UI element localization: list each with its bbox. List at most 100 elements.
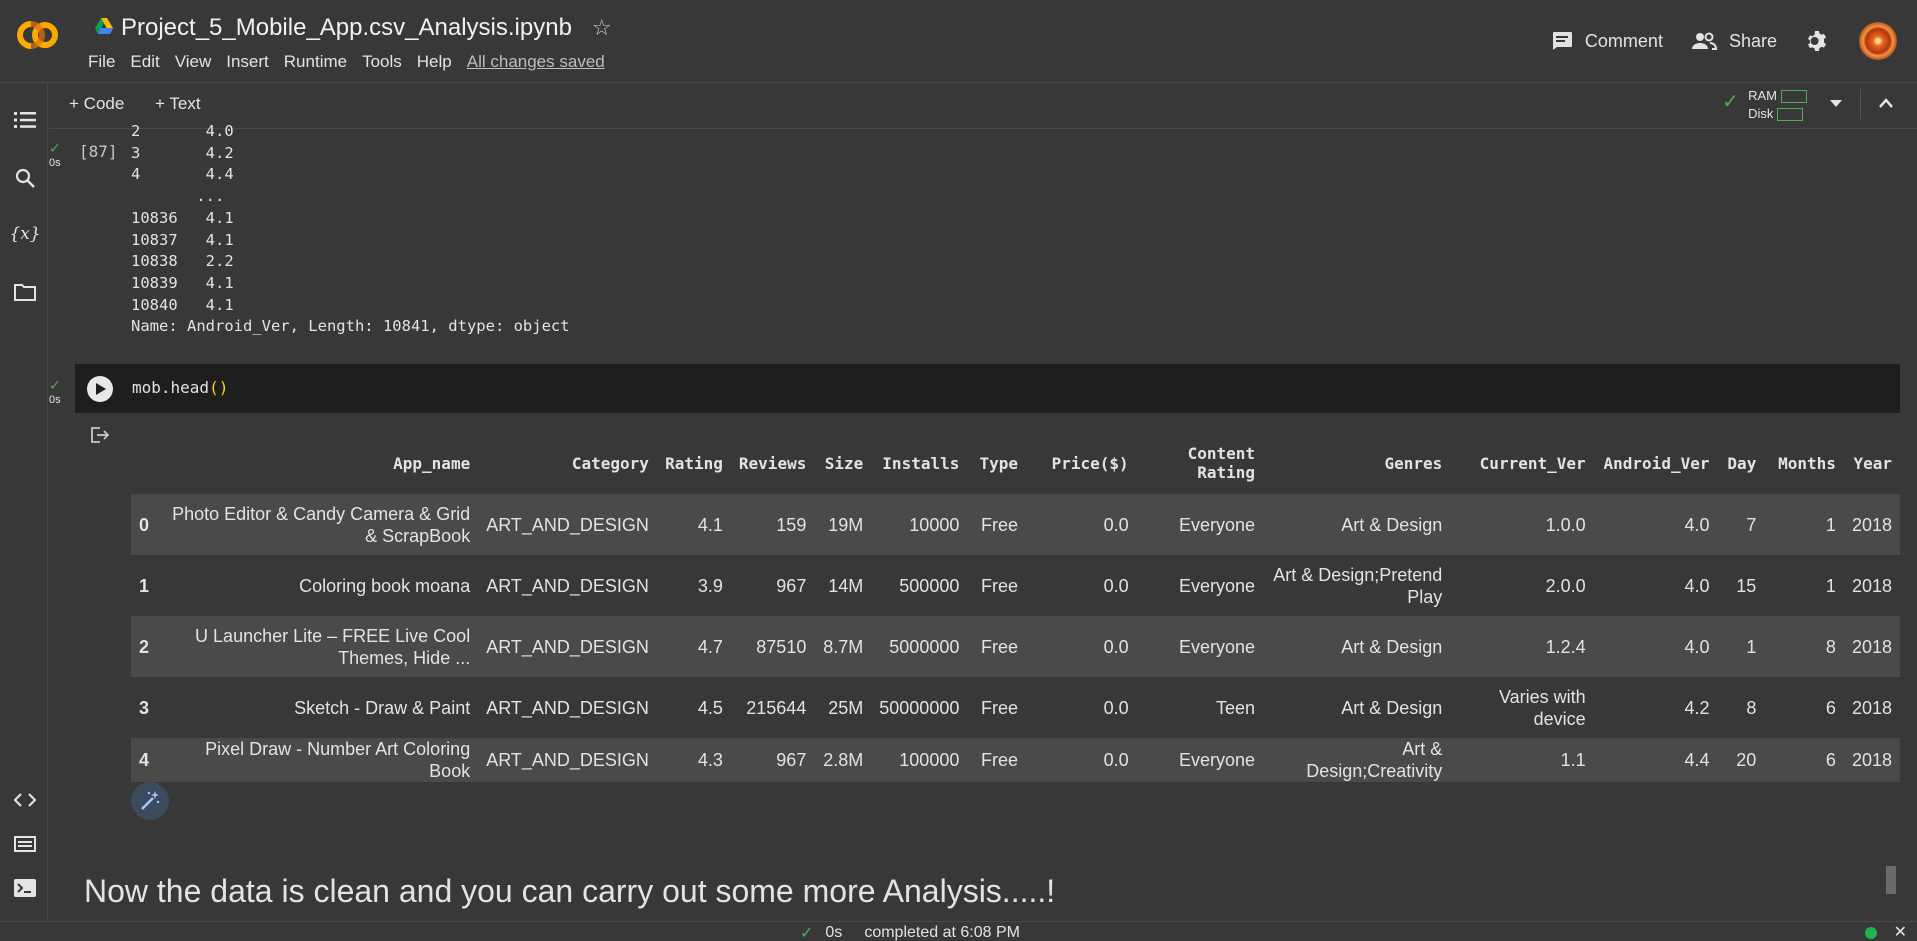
table-cell: 0.0 [1103,575,1129,596]
connection-status-dot [1865,927,1877,939]
column-header: Android_Ver [1603,453,1710,473]
table-cell: Art & Design [1341,636,1443,657]
table-cell: 19M [828,514,864,535]
terminal-icon[interactable] [12,875,38,901]
add-code-button[interactable]: + Code [69,94,124,114]
plus-icon: + [155,94,165,113]
people-icon [1691,32,1717,50]
command-palette-icon[interactable] [12,831,38,857]
search-icon[interactable] [12,165,38,191]
column-header [131,432,157,494]
collapse-header-icon[interactable] [1879,95,1893,113]
column-header: Reviews [738,453,807,473]
markdown-text-cell[interactable]: Now the data is clean and you can carry … [84,873,1055,910]
table-cell: 2018 [1851,514,1892,535]
table-cell: 4.7 [697,636,723,657]
scrollbar-thumb[interactable] [1886,866,1896,894]
menu-runtime[interactable]: Runtime [284,52,347,72]
comment-button[interactable]: Comment [1551,31,1663,52]
menu-tools[interactable]: Tools [362,52,402,72]
table-cell: Everyone [1178,575,1256,596]
code-snippets-icon[interactable] [12,787,38,813]
table-cell: 1.2.4 [1545,636,1586,657]
table-cell: 6 [1825,697,1836,718]
table-cell: Art & Design;Pretend Play [1273,564,1443,607]
table-row: 4 Pixel Draw - Number Art Coloring Book AR… [131,738,1900,782]
status-completed[interactable]: completed at 6:08 PM [864,924,1020,941]
save-status[interactable]: All changes saved [467,52,605,72]
table-cell: ART_AND_DESIGN [486,750,649,770]
menu-edit[interactable]: Edit [130,52,159,72]
table-cell: 2018 [1851,697,1892,718]
folder-icon[interactable] [12,279,38,305]
menu-file[interactable]: File [88,52,115,72]
table-cell: 159 [776,514,807,535]
row-index: 3 [139,697,150,718]
menu-help[interactable]: Help [417,52,452,72]
table-cell: 2018 [1851,575,1892,596]
column-header: Installs [882,453,960,473]
table-cell: Everyone [1178,514,1256,535]
column-header: Months [1778,453,1836,473]
column-header: Content Rating [1187,444,1256,482]
table-cell: Free [981,750,1019,770]
table-cell: ART_AND_DESIGN [486,636,649,657]
table-cell: 4.0 [1684,636,1710,657]
table-cell: 1 [1825,575,1836,596]
table-cell: 4.1 [697,514,723,535]
connected-check-icon: ✓ [1722,91,1739,113]
table-cell: 5000000 [889,636,960,657]
output-actions-icon[interactable] [91,427,110,448]
table-cell: 50000000 [879,697,960,718]
table-cell: Art & Design [1341,697,1443,718]
status-check-icon: ✓ [800,925,814,941]
resource-monitor[interactable]: ✓ RAM Disk [1722,87,1807,123]
variables-icon[interactable]: {x} [9,221,40,247]
runtime-dropdown-icon[interactable] [1830,95,1842,113]
star-icon[interactable]: ☆ [592,15,612,41]
table-cell: 1.0.0 [1545,514,1586,535]
code-cell[interactable]: mob.head() [75,364,1900,413]
table-cell: Free [981,575,1019,596]
notebook-title[interactable]: Project_5_Mobile_App.csv_Analysis.ipynb [121,14,572,42]
table-cell: 4.0 [1684,575,1710,596]
menu-view[interactable]: View [175,52,212,72]
table-cell: 25M [828,697,864,718]
table-of-contents-icon[interactable] [12,107,38,133]
table-cell: 4.0 [1684,514,1710,535]
table-cell: Free [981,636,1019,657]
run-cell-button[interactable] [87,376,113,402]
table-cell: ART_AND_DESIGN [486,575,649,596]
settings-gear-icon[interactable] [1805,29,1841,53]
share-button[interactable]: Share [1691,31,1777,52]
table-cell: 2.0.0 [1545,575,1586,596]
plus-icon: + [69,94,79,113]
table-cell: 2018 [1851,636,1892,657]
table-cell: 3.9 [697,575,723,596]
table-cell: 0.0 [1103,514,1129,535]
column-header: Rating [665,453,723,473]
table-row: 1 Coloring book moana ART_AND_DESIGN 3.9 967… [131,555,1900,616]
table-cell: 1 [1746,636,1757,657]
table-header-row: App_name Category Rating Reviews Size In… [131,432,1900,494]
table-cell: 20 [1736,750,1757,770]
table-cell: 10000 [909,514,960,535]
comment-label: Comment [1584,30,1663,51]
add-text-button[interactable]: + Text [155,94,201,114]
table-cell: 87510 [756,636,807,657]
column-header: Size [824,453,864,473]
table-cell: 4.4 [1684,750,1710,770]
code-editor[interactable]: mob.head() [132,378,228,397]
magic-wand-button[interactable] [131,782,169,820]
table-cell: ART_AND_DESIGN [486,697,649,718]
close-icon[interactable]: ✕ [1894,922,1907,941]
table-cell: 8 [1825,636,1836,657]
colab-logo[interactable] [14,20,60,55]
table-cell: Everyone [1178,750,1256,770]
row-index: 4 [139,750,150,770]
column-header: Year [1853,453,1892,473]
table-cell: 1 [1825,514,1836,535]
user-avatar[interactable] [1859,22,1897,60]
menu-insert[interactable]: Insert [226,52,269,72]
table-row: 0 Photo Editor & Candy Camera & Grid & Sc… [131,494,1900,555]
